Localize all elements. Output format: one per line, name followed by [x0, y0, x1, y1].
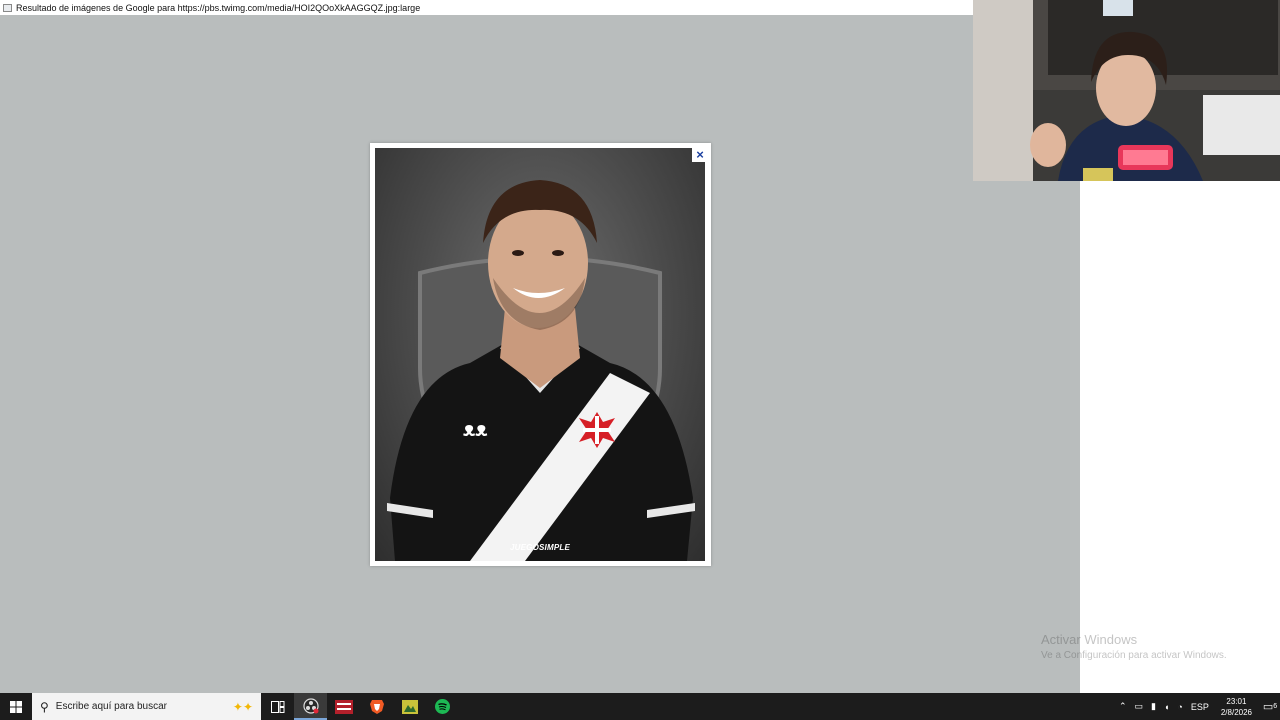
file-app-icon: [401, 699, 418, 714]
task-view-icon: [270, 700, 284, 713]
chevron-up-icon[interactable]: ⌃: [1119, 701, 1127, 712]
network-icon[interactable]: ▭: [1135, 701, 1144, 712]
activation-title: Activar Windows: [1041, 632, 1138, 647]
notification-center-button[interactable]: ▭ 6: [1260, 693, 1280, 720]
taskbar-clock[interactable]: 23:01 2/8/2026: [1221, 696, 1252, 718]
windows-logo-icon: [10, 700, 22, 713]
search-icon: ⚲: [40, 699, 49, 714]
side-panel: [1080, 181, 1280, 693]
task-view-button[interactable]: [261, 693, 294, 720]
start-button[interactable]: [0, 693, 32, 720]
clock-time: 23:01: [1226, 696, 1247, 706]
brand-logo-mark: ᴥᴥ: [463, 419, 488, 441]
search-placeholder: Escribe aquí para buscar: [55, 701, 167, 712]
taskbar-app-spotify[interactable]: [426, 693, 459, 720]
taskbar-app-voicemeeter[interactable]: [327, 693, 360, 720]
photo-watermark: JUEGOSIMPLE: [510, 543, 570, 552]
close-viewer-button[interactable]: ×: [692, 146, 708, 162]
player-illustration: ᴥᴥ: [387, 180, 695, 561]
clock-date: 2/8/2026: [1220, 707, 1252, 717]
taskbar-app-obs[interactable]: [294, 693, 327, 720]
language-indicator[interactable]: ESP: [1191, 702, 1209, 712]
spotify-icon: [435, 699, 450, 714]
notification-icon: ▭: [1262, 701, 1274, 713]
microphone-icon[interactable]: ▮: [1151, 701, 1156, 712]
window-title: Resultado de imágenes de Google para htt…: [16, 2, 421, 13]
wifi-icon[interactable]: ◔: [1177, 702, 1182, 712]
taskbar: ⚲ Escribe aquí para buscar ✦✦ ⌃ ▭ ▮ ◖ ◔ …: [0, 693, 1280, 720]
webcam-overlay: [973, 0, 1280, 181]
page-icon: [3, 3, 12, 12]
taskbar-app-brave[interactable]: [360, 693, 393, 720]
notification-count: 6: [1273, 703, 1278, 710]
volume-icon[interactable]: ◖: [1164, 702, 1169, 712]
taskbar-app-files[interactable]: [393, 693, 426, 720]
system-tray: ⌃ ▭ ▮ ◖ ◔ ESP 23:01 2/8/2026 ▭ 6: [1115, 693, 1280, 720]
window-title-bar: Resultado de imágenes de Google para htt…: [0, 0, 975, 15]
obs-icon: [302, 697, 319, 714]
brave-icon: [369, 699, 384, 714]
webcam-feed: [973, 0, 1280, 181]
search-highlight-icon: ✦✦: [232, 699, 253, 714]
image-viewer: ᴥᴥ JUEGOSIMPLE ×: [370, 143, 711, 566]
windows-activation-watermark: Activar Windows Ve a Configuración para …: [1041, 632, 1227, 661]
voicemeeter-icon: [334, 699, 353, 714]
player-photo: ᴥᴥ JUEGOSIMPLE: [375, 148, 705, 561]
activation-subtitle: Ve a Configuración para activar Windows.: [1041, 650, 1227, 661]
taskbar-search[interactable]: ⚲ Escribe aquí para buscar ✦✦: [32, 693, 261, 720]
